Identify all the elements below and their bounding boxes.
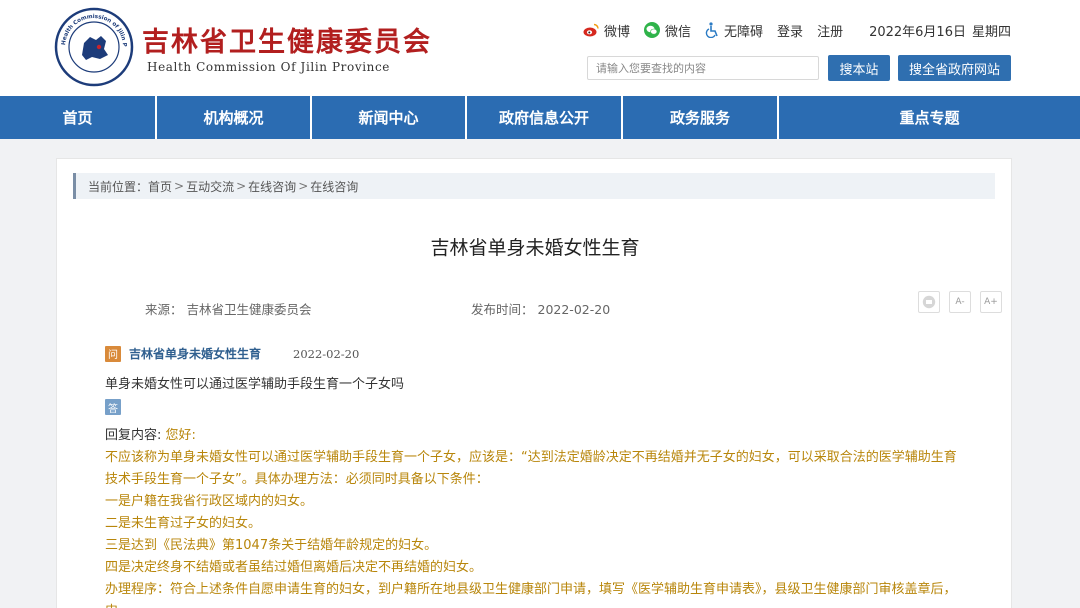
search-province-button[interactable]: 搜全省政府网站 — [898, 55, 1011, 81]
answer-header: 答 — [105, 399, 121, 415]
weibo-label: 微博 — [604, 24, 631, 40]
breadcrumb: 当前位置： 首页 > 互动交流 > 在线咨询 > 在线咨询 — [73, 173, 995, 199]
question-header: 问 吉林省单身未婚女性生育 2022-02-20 — [105, 345, 359, 362]
article-title: 吉林省单身未婚女性生育 — [430, 237, 640, 259]
nav-gov-info[interactable]: 政府信息公开 — [467, 96, 623, 139]
reply-label: 回复内容: — [105, 428, 162, 443]
nav-home[interactable]: 首页 — [0, 96, 157, 139]
wechat-link[interactable]: 微信 — [644, 21, 691, 40]
top-links: 微博 微信 无障碍 登录 注册 2022年6月16日 星期四 — [583, 20, 1011, 40]
reply-greeting: 您好: — [165, 428, 196, 443]
weibo-icon — [583, 23, 599, 37]
main-nav: 首页 机构概况 新闻中心 政府信息公开 政务服务 重点专题 — [0, 96, 1080, 139]
reply-paragraph: 二是未生育过子女的妇女。 — [105, 516, 262, 531]
article-source: 来源： 吉林省卫生健康委员会 — [145, 299, 312, 318]
weibo-link[interactable]: 微博 — [583, 21, 630, 40]
wechat-icon — [644, 22, 661, 38]
org-subtitle: Health Commission Of Jilin Province — [147, 60, 391, 74]
current-weekday: 星期四 — [971, 24, 1011, 40]
answer-body: 回复内容: 您好: 不应该称为单身未婚女性可以通过医学辅助手段生育一个子女，应该… — [105, 425, 969, 608]
source-label: 来源： — [145, 302, 183, 317]
article-publish-date: 发布时间： 2022-02-20 — [471, 299, 610, 318]
breadcrumb-item[interactable]: 互动交流 — [186, 178, 234, 195]
publish-label: 发布时间： — [471, 302, 534, 317]
font-decrease-button[interactable]: A- — [949, 291, 971, 313]
breadcrumb-item[interactable]: 首页 — [148, 178, 172, 195]
site-header: Health Commission of Jilin Province 吉林省卫… — [0, 0, 1080, 96]
breadcrumb-item[interactable]: 在线咨询 — [310, 178, 358, 195]
question-text: 单身未婚女性可以通过医学辅助手段生育一个子女吗 — [105, 377, 405, 392]
reply-paragraph: 一是户籍在我省行政区域内的妇女。 — [105, 494, 314, 509]
current-date: 2022年6月16日 — [869, 24, 966, 40]
reply-paragraph: 办理程序：符合上述条件自愿申请生育的妇女，到户籍所在地县级卫生健康部门申请，填写… — [105, 582, 957, 608]
reply-heading: 回复内容: 您好: — [105, 425, 969, 447]
login-link[interactable]: 登录 — [777, 21, 803, 40]
source-value: 吉林省卫生健康委员会 — [186, 302, 312, 317]
breadcrumb-prefix: 当前位置： — [88, 179, 149, 194]
print-button[interactable] — [918, 291, 940, 313]
breadcrumb-separator: > — [174, 179, 185, 193]
search-site-button[interactable]: 搜本站 — [828, 55, 890, 81]
breadcrumb-item[interactable]: 在线咨询 — [248, 178, 296, 195]
article-panel: 当前位置： 首页 > 互动交流 > 在线咨询 > 在线咨询 吉林省单身未婚女性生… — [56, 158, 1012, 608]
nav-about[interactable]: 机构概况 — [157, 96, 312, 139]
breadcrumb-separator: > — [236, 179, 247, 193]
reply-paragraph: 不应该称为单身未婚女性可以通过医学辅助手段生育一个子女，应该是：“达到法定婚龄决… — [105, 450, 957, 487]
accessibility-label: 无障碍 — [724, 24, 764, 40]
search-input[interactable] — [587, 56, 819, 80]
nav-news[interactable]: 新闻中心 — [312, 96, 467, 139]
wechat-label: 微信 — [665, 24, 692, 40]
nav-services[interactable]: 政务服务 — [623, 96, 779, 139]
register-link[interactable]: 注册 — [817, 21, 843, 40]
question-date: 2022-02-20 — [293, 346, 360, 361]
accessibility-icon — [705, 22, 718, 38]
print-icon — [922, 295, 936, 309]
accessibility-link[interactable]: 无障碍 — [705, 21, 763, 40]
reply-paragraph: 三是达到《民法典》第1047条关于结婚年龄规定的妇女。 — [105, 538, 438, 553]
breadcrumb-separator: > — [298, 179, 309, 193]
reply-paragraph: 四是决定终身不结婚或者虽结过婚但离婚后决定不再结婚的妇女。 — [105, 560, 483, 575]
org-title: 吉林省卫生健康委员会 — [142, 27, 432, 58]
font-increase-button[interactable]: A+ — [980, 291, 1002, 313]
article-tools: A- A+ — [909, 291, 1002, 313]
publish-value: 2022-02-20 — [537, 302, 611, 317]
question-title: 吉林省单身未婚女性生育 — [129, 347, 262, 361]
nav-special[interactable]: 重点专题 — [779, 96, 1080, 139]
question-badge: 问 — [105, 345, 121, 362]
answer-badge: 答 — [105, 399, 121, 415]
emblem-seal-logo: Health Commission of Jilin Province — [54, 7, 134, 87]
